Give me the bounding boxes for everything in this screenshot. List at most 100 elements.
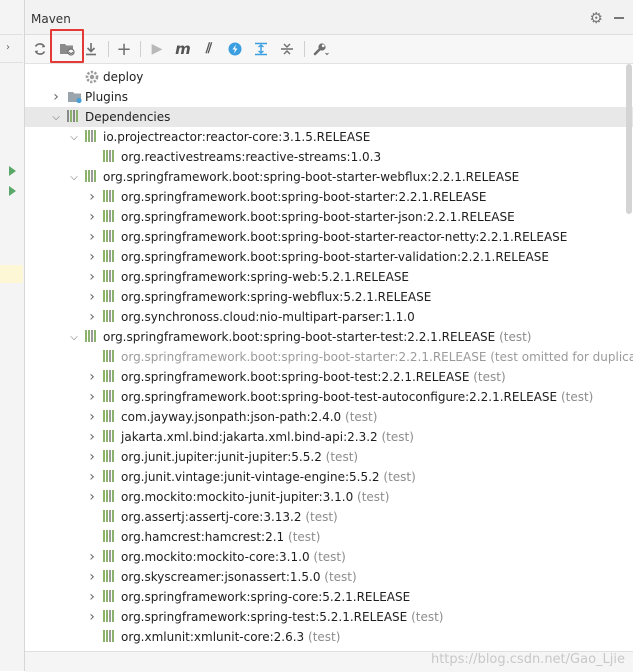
artifact-name: org.springframework.boot:spring-boot-sta… xyxy=(121,250,549,264)
run-gutter-icon[interactable] xyxy=(9,186,16,196)
tree-row[interactable]: › org.mockito:mockito-core:3.1.0 (test) xyxy=(25,547,633,567)
tree-row[interactable]: › org.synchronoss.cloud:nio-multipart-par… xyxy=(25,307,633,327)
chevron-right-icon[interactable]: › xyxy=(87,227,97,247)
tree-row-label: org.springframework.boot:spring-boot-sta… xyxy=(121,210,515,224)
tree-row[interactable]: org.assertj:assertj-core:3.13.2 (test) xyxy=(25,507,633,527)
artifact-name: org.mockito:mockito-core:3.1.0 xyxy=(121,550,310,564)
chevron-down-icon[interactable]: ⌵ xyxy=(69,127,79,147)
tree-row[interactable]: › Plugins xyxy=(25,87,633,107)
tree-row[interactable]: ⌵ org.springframework.boot:spring-boot-st… xyxy=(25,327,633,347)
chevron-right-icon[interactable]: › xyxy=(87,387,97,407)
scrollbar-thumb[interactable] xyxy=(626,64,632,214)
tree-row[interactable]: › org.springframework:spring-webflux:5.2.… xyxy=(25,287,633,307)
toolbar-separator xyxy=(304,41,305,57)
tree-row-label: jakarta.xml.bind:jakarta.xml.bind-api:2.… xyxy=(121,430,414,444)
tree-row[interactable]: org.springframework.boot:spring-boot-sta… xyxy=(25,347,633,367)
scope-label: (test) xyxy=(411,610,444,624)
dependency-icon xyxy=(103,310,117,324)
maven-toolbar: + ▶ m ⫽ xyxy=(25,29,633,64)
tree-row[interactable]: › org.springframework.boot:spring-boot-st… xyxy=(25,187,633,207)
tree-row[interactable]: › jakarta.xml.bind:jakarta.xml.bind-api:2… xyxy=(25,427,633,447)
scope-label: (test) xyxy=(325,450,359,464)
tree-row[interactable]: › org.springframework.boot:spring-boot-st… xyxy=(25,207,633,227)
maven-panel: Maven ⚙ + ▶ m ⫽ deploy › Plugins ⌵ Depen… xyxy=(25,0,633,672)
dependency-icon xyxy=(103,570,117,584)
execute-goal-icon[interactable]: m xyxy=(173,39,193,59)
settings-wrench-icon[interactable] xyxy=(311,39,331,59)
artifact-name: org.xmlunit:xmlunit-core:2.6.3 xyxy=(121,630,305,644)
tree-row[interactable]: › org.springframework:spring-core:5.2.1.R… xyxy=(25,587,633,607)
dependency-icon xyxy=(103,350,117,364)
chevron-right-icon[interactable]: › xyxy=(87,407,97,427)
tree-row[interactable]: › org.skyscreamer:jsonassert:1.5.0 (test) xyxy=(25,567,633,587)
tree-row-label: org.springframework.boot:spring-boot-sta… xyxy=(103,170,519,184)
tree-row[interactable]: › org.junit.vintage:junit-vintage-engine:… xyxy=(25,467,633,487)
tree-row[interactable]: deploy xyxy=(25,67,633,87)
tree-row[interactable]: ⌵ Dependencies xyxy=(25,107,633,127)
tree-row[interactable]: › com.jayway.jsonpath:json-path:2.4.0 (te… xyxy=(25,407,633,427)
tree-row[interactable]: › org.springframework.boot:spring-boot-st… xyxy=(25,247,633,267)
tree-row[interactable]: ⌵ io.projectreactor:reactor-core:3.1.5.RE… xyxy=(25,127,633,147)
dependency-icon xyxy=(103,550,117,564)
scope-label: (test) xyxy=(381,430,414,444)
toggle-offline-icon[interactable]: ⫽ xyxy=(199,39,219,59)
chevron-right-icon[interactable]: › xyxy=(87,267,97,287)
watermark: https://blog.csdn.net/Gao_Ljie xyxy=(430,652,625,667)
tree-row[interactable]: › org.springframework.boot:spring-boot-te… xyxy=(25,367,633,387)
show-dependencies-icon[interactable] xyxy=(251,39,271,59)
reload-icon[interactable] xyxy=(30,39,50,59)
chevron-right-icon[interactable]: › xyxy=(87,487,97,507)
chevron-right-icon[interactable]: › xyxy=(6,42,10,53)
run-icon[interactable]: ▶ xyxy=(147,39,167,59)
gear-icon[interactable]: ⚙ xyxy=(590,9,603,27)
tree-row[interactable]: › org.junit.jupiter:junit-jupiter:5.5.2 (… xyxy=(25,447,633,467)
chevron-right-icon[interactable]: › xyxy=(87,467,97,487)
tree-row[interactable]: › org.springframework:spring-web:5.2.1.RE… xyxy=(25,267,633,287)
collapse-all-icon[interactable] xyxy=(277,39,297,59)
dependency-icon xyxy=(103,470,117,484)
chevron-right-icon[interactable]: › xyxy=(87,447,97,467)
chevron-right-icon[interactable]: › xyxy=(87,287,97,307)
chevron-right-icon[interactable]: › xyxy=(87,247,97,267)
tree-row-label: com.jayway.jsonpath:json-path:2.4.0 (tes… xyxy=(121,410,377,424)
tree-row[interactable]: org.reactivestreams:reactive-streams:1.0… xyxy=(25,147,633,167)
tree-row-label: org.hamcrest:hamcrest:2.1 (test) xyxy=(121,530,320,544)
tree-row-label: org.xmlunit:xmlunit-core:2.6.3 (test) xyxy=(121,630,340,644)
chevron-right-icon[interactable]: › xyxy=(87,187,97,207)
tree-row[interactable]: › org.springframework.boot:spring-boot-te… xyxy=(25,387,633,407)
chevron-right-icon[interactable]: › xyxy=(87,207,97,227)
scope-label: (test) xyxy=(383,470,416,484)
chevron-down-icon[interactable]: ⌵ xyxy=(69,167,79,187)
tree-row[interactable]: › org.springframework:spring-test:5.2.1.R… xyxy=(25,607,633,627)
download-icon[interactable] xyxy=(81,39,101,59)
tree-row-label: org.springframework.boot:spring-boot-sta… xyxy=(121,250,549,264)
add-icon[interactable]: + xyxy=(114,39,134,60)
skip-tests-icon[interactable] xyxy=(225,39,245,59)
tree-row-label: org.springframework.boot:spring-boot-tes… xyxy=(121,390,593,404)
tree-row[interactable]: › org.springframework.boot:spring-boot-st… xyxy=(25,227,633,247)
vertical-scrollbar[interactable] xyxy=(625,64,633,650)
run-gutter-icon[interactable] xyxy=(9,166,16,176)
chevron-right-icon[interactable]: › xyxy=(87,427,97,447)
tree-row-label: org.springframework:spring-test:5.2.1.RE… xyxy=(121,610,444,624)
chevron-right-icon[interactable]: › xyxy=(87,367,97,387)
chevron-right-icon[interactable]: › xyxy=(87,607,97,627)
tree-row[interactable]: ⌵ org.springframework.boot:spring-boot-st… xyxy=(25,167,633,187)
tree-row[interactable]: › org.mockito:mockito-junit-jupiter:3.1.0… xyxy=(25,487,633,507)
chevron-right-icon[interactable]: › xyxy=(87,567,97,587)
dependency-icon xyxy=(103,190,117,204)
chevron-right-icon[interactable]: › xyxy=(51,87,61,107)
chevron-right-icon[interactable]: › xyxy=(87,307,97,327)
tree-row-label: org.springframework.boot:spring-boot-sta… xyxy=(121,230,567,244)
chevron-right-icon[interactable]: › xyxy=(87,587,97,607)
chevron-down-icon[interactable]: ⌵ xyxy=(51,107,61,127)
artifact-name: org.springframework:spring-webflux:5.2.1… xyxy=(121,290,432,304)
artifact-name: org.springframework.boot:spring-boot-sta… xyxy=(103,330,496,344)
dependency-tree: deploy › Plugins ⌵ Dependencies ⌵ io.projectre… xyxy=(25,67,633,650)
artifact-name: org.assertj:assertj-core:3.13.2 xyxy=(121,510,302,524)
chevron-right-icon[interactable]: › xyxy=(87,547,97,567)
tree-row[interactable]: org.hamcrest:hamcrest:2.1 (test) xyxy=(25,527,633,547)
minimize-icon[interactable] xyxy=(614,17,624,19)
chevron-down-icon[interactable]: ⌵ xyxy=(69,327,79,347)
tree-row[interactable]: org.xmlunit:xmlunit-core:2.6.3 (test) xyxy=(25,627,633,647)
